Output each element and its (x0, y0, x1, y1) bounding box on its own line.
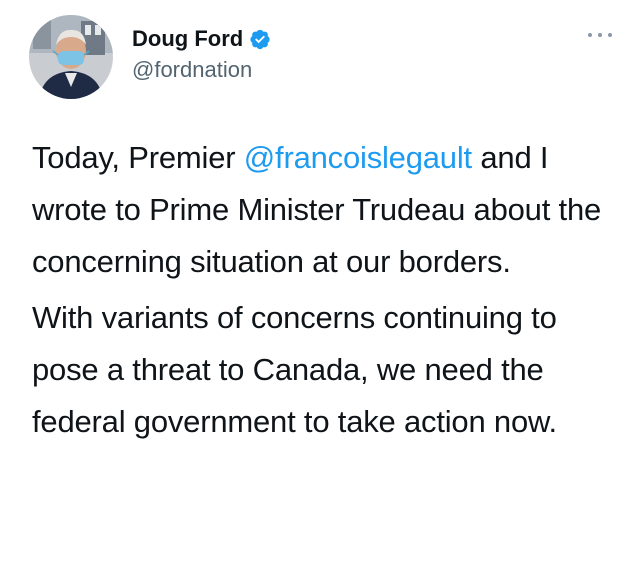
tweet-text: Today, Premier @francoislegault and I wr… (32, 132, 612, 448)
tweet-paragraph-2: With variants of concerns continuing to … (32, 300, 557, 439)
author-handle[interactable]: @fordnation (132, 57, 271, 83)
name-row: Doug Ford (132, 24, 271, 54)
tweet-card: Doug Ford @fordnation Today, Premier @fr… (0, 0, 640, 564)
more-dot (608, 33, 612, 37)
tweet-text-segment: Today, Premier (32, 140, 244, 175)
more-dot (598, 33, 602, 37)
mention-link[interactable]: @francoislegault (244, 140, 472, 175)
tweet-paragraph-1: Today, Premier @francoislegault and I wr… (32, 132, 612, 288)
avatar[interactable] (29, 15, 113, 99)
more-dot (588, 33, 592, 37)
verified-badge-icon (249, 28, 271, 50)
more-options-icon[interactable] (588, 30, 612, 40)
author-block: Doug Ford @fordnation (132, 24, 271, 83)
author-display-name[interactable]: Doug Ford (132, 26, 243, 52)
